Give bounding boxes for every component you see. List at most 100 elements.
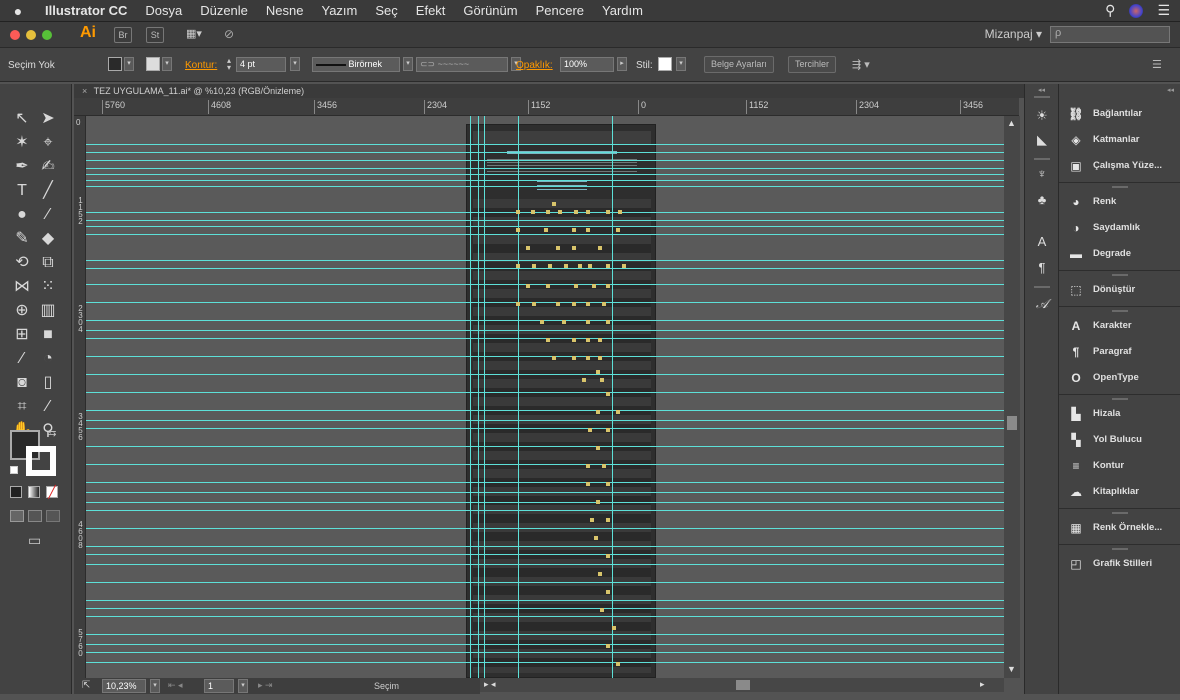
- stroke-color-box[interactable]: [26, 446, 56, 476]
- vertical-guide[interactable]: [518, 116, 519, 678]
- preferences-button[interactable]: Tercihler: [788, 56, 837, 73]
- stroke-weight-dropdown[interactable]: ▾: [290, 57, 300, 71]
- gradient-mode-icon[interactable]: [28, 486, 40, 498]
- horizontal-ruler[interactable]: 5760 4608 3456 2304 1152 0 1152 2304 345…: [74, 98, 1019, 116]
- width-tool-icon[interactable]: ⋈: [10, 276, 34, 298]
- panel-item-layers[interactable]: ◈ Katmanlar: [1059, 128, 1180, 152]
- stroke-weight-input[interactable]: 4 pt: [236, 57, 286, 72]
- panel-item-color[interactable]: ◕ Renk: [1059, 190, 1180, 214]
- horizontal-guide[interactable]: [86, 160, 1004, 161]
- gradient-tool-icon[interactable]: ■: [36, 324, 60, 346]
- collapse-icons-button[interactable]: ◂◂: [1038, 86, 1045, 94]
- shaper-tool-icon[interactable]: ✎: [10, 228, 34, 250]
- panel-item-stroke[interactable]: ≡ Kontur: [1059, 454, 1180, 478]
- panel-item-artboards[interactable]: ▣ Çalışma Yüze...: [1059, 154, 1180, 178]
- eyedropper-tool-icon[interactable]: ⁄: [10, 348, 34, 370]
- horizontal-guide[interactable]: [86, 226, 1004, 227]
- canvas[interactable]: [86, 116, 1004, 678]
- workspace-switcher[interactable]: Mizanpaj ▾: [985, 27, 1042, 41]
- horizontal-scroll-thumb[interactable]: [736, 680, 750, 690]
- scroll-right-arrow[interactable]: ▸: [980, 679, 985, 690]
- eraser-tool-icon[interactable]: ◆: [36, 228, 60, 250]
- draw-behind-icon[interactable]: [28, 510, 42, 522]
- opacity-dropdown[interactable]: ▸: [617, 57, 627, 71]
- horizontal-guide[interactable]: [86, 464, 1004, 465]
- screen-mode-icon[interactable]: ▭: [28, 532, 41, 549]
- horizontal-guide[interactable]: [86, 502, 1004, 503]
- menu-app-name[interactable]: Illustrator CC: [36, 3, 136, 18]
- horizontal-guide[interactable]: [86, 652, 1004, 653]
- zoom-dropdown[interactable]: ▾: [150, 679, 160, 693]
- panel-grip[interactable]: [1112, 186, 1128, 188]
- notification-center-icon[interactable]: ☰: [1157, 2, 1170, 19]
- horizontal-guide[interactable]: [86, 260, 1004, 261]
- panel-item-paragraph[interactable]: ¶ Paragraf: [1059, 340, 1180, 364]
- next-artboard-icon[interactable]: ▸ ⇥: [258, 680, 273, 691]
- horizontal-guide[interactable]: [86, 446, 1004, 447]
- opacity-input[interactable]: 100%: [560, 57, 614, 72]
- bridge-button[interactable]: Br: [114, 27, 132, 43]
- horizontal-guide[interactable]: [86, 528, 1004, 529]
- horizontal-guide[interactable]: [86, 144, 1004, 145]
- menu-item-gorunum[interactable]: Görünüm: [454, 3, 526, 18]
- panel-grip[interactable]: [1112, 274, 1128, 276]
- artboard-dropdown[interactable]: ▾: [238, 679, 248, 693]
- artboard[interactable]: [466, 124, 656, 678]
- menu-item-efekt[interactable]: Efekt: [407, 3, 455, 18]
- horizontal-guide[interactable]: [86, 492, 1004, 493]
- column-graph-tool-icon[interactable]: ▯: [36, 372, 60, 394]
- menu-item-dosya[interactable]: Dosya: [136, 3, 191, 18]
- horizontal-guide[interactable]: [86, 420, 1004, 421]
- stroke-stepper-icon[interactable]: ▴ ▾: [227, 57, 231, 72]
- default-fill-stroke-icon[interactable]: [10, 466, 18, 474]
- brushes-icon[interactable]: ♆: [1034, 166, 1050, 182]
- apple-icon[interactable]: ●: [0, 3, 36, 19]
- horizontal-guide[interactable]: [86, 600, 1004, 601]
- arrange-documents-button[interactable]: ▦▾: [182, 27, 206, 43]
- character-styles-icon[interactable]: A: [1034, 234, 1050, 250]
- horizontal-guide[interactable]: [86, 302, 1004, 303]
- vertical-guide[interactable]: [484, 116, 485, 678]
- scroll-left-arrow[interactable]: ▸ ◂: [484, 679, 496, 690]
- panel-grip[interactable]: [1034, 158, 1050, 160]
- horizontal-guide[interactable]: [86, 330, 1004, 331]
- zoom-input[interactable]: 10,23%: [102, 679, 146, 693]
- horizontal-guide[interactable]: [86, 374, 1004, 375]
- current-tool-status[interactable]: Seçim: [374, 681, 399, 691]
- horizontal-guide[interactable]: [86, 634, 1004, 635]
- scroll-up-arrow[interactable]: ▲: [1007, 118, 1016, 128]
- vertical-guide[interactable]: [478, 116, 479, 678]
- color-mode-icon[interactable]: [10, 486, 22, 498]
- panel-item-transform[interactable]: ⬚ Dönüştür: [1059, 278, 1180, 302]
- graphic-style-swatch[interactable]: [658, 57, 672, 71]
- menu-item-duzenle[interactable]: Düzenle: [191, 3, 257, 18]
- panel-item-opentype[interactable]: O OpenType: [1059, 366, 1180, 390]
- arrange-icon[interactable]: ⇶ ▾: [852, 58, 870, 71]
- navigator-icon[interactable]: ◣: [1034, 132, 1050, 148]
- vertical-scrollbar[interactable]: ▲ ▼: [1004, 116, 1020, 678]
- panel-grip[interactable]: [1112, 548, 1128, 550]
- draw-normal-icon[interactable]: [10, 510, 24, 522]
- horizontal-guide[interactable]: [86, 180, 1004, 181]
- horizontal-guide[interactable]: [86, 616, 1004, 617]
- fill-dropdown[interactable]: ▾: [124, 57, 134, 71]
- perspective-grid-tool-icon[interactable]: ▥: [36, 300, 60, 322]
- horizontal-scrollbar[interactable]: ▸ ◂ ▸: [480, 678, 1004, 692]
- free-transform-tool-icon[interactable]: ⁙: [36, 276, 60, 298]
- horizontal-guide[interactable]: [86, 662, 1004, 663]
- horizontal-guide[interactable]: [86, 482, 1004, 483]
- horizontal-guide[interactable]: [86, 174, 1004, 175]
- selection-tool-icon[interactable]: ↖: [10, 108, 34, 130]
- paintbrush-tool-icon[interactable]: ∕: [36, 204, 60, 226]
- horizontal-guide[interactable]: [86, 320, 1004, 321]
- control-bar-menu-icon[interactable]: ☰: [1152, 58, 1162, 71]
- close-window-button[interactable]: [10, 30, 20, 40]
- panel-grip[interactable]: [1034, 286, 1050, 288]
- type-tool-icon[interactable]: T: [10, 180, 34, 202]
- stock-button[interactable]: St: [146, 27, 164, 43]
- spotlight-search-icon[interactable]: ⚲: [1105, 2, 1115, 19]
- horizontal-guide[interactable]: [86, 554, 1004, 555]
- direct-selection-tool-icon[interactable]: ➤: [36, 108, 60, 130]
- horizontal-guide[interactable]: [86, 168, 1004, 169]
- ellipse-tool-icon[interactable]: ●: [10, 204, 34, 226]
